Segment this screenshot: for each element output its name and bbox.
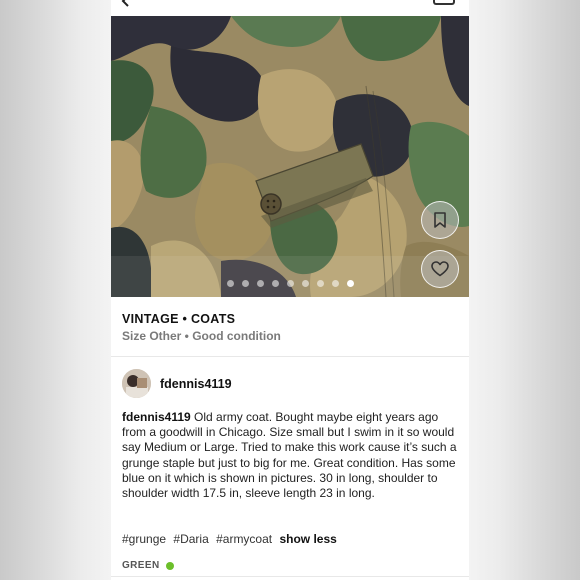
heart-icon — [431, 261, 449, 277]
camouflage-image — [111, 16, 469, 297]
carousel-dot[interactable] — [346, 280, 354, 287]
bookmark-button[interactable] — [421, 201, 459, 239]
bookmark-icon — [434, 211, 446, 228]
divider — [111, 356, 469, 357]
listing-size-condition: Size Other • Good condition — [122, 329, 281, 343]
listing-photo[interactable] — [111, 16, 469, 297]
seller-row[interactable]: fdennis4119 — [122, 369, 232, 398]
color-label: GREEN — [122, 560, 160, 571]
description-author[interactable]: fdennis4119 — [122, 410, 191, 424]
carousel-dot[interactable] — [301, 280, 309, 287]
seller-avatar-image — [122, 369, 151, 398]
photo-carousel-dots[interactable] — [111, 280, 469, 290]
listing-category: VINTAGE • COATS — [122, 312, 236, 326]
listing-description: fdennis4119 Old army coat. Bought maybe … — [122, 410, 460, 501]
tag-link[interactable]: #Daria — [173, 532, 208, 546]
color-swatch — [165, 561, 174, 570]
seller-username[interactable]: fdennis4119 — [160, 377, 232, 391]
carousel-dot[interactable] — [256, 280, 264, 287]
listing-page: VINTAGE • COATS Size Other • Good condit… — [111, 0, 469, 580]
carousel-dot[interactable] — [241, 280, 249, 287]
carousel-dot[interactable] — [271, 280, 279, 287]
divider — [111, 576, 469, 577]
tag-link[interactable]: #armycoat — [216, 532, 272, 546]
top-bar — [111, 0, 469, 16]
show-less-link[interactable]: show less — [279, 532, 336, 546]
square-icon[interactable] — [433, 0, 455, 5]
carousel-dot[interactable] — [316, 280, 324, 287]
color-row: GREEN — [122, 560, 174, 571]
like-button[interactable] — [421, 250, 459, 288]
avatar[interactable] — [122, 369, 151, 398]
carousel-dot[interactable] — [226, 280, 234, 287]
carousel-dot[interactable] — [286, 280, 294, 287]
chevron-left-icon[interactable] — [119, 0, 133, 8]
carousel-dot[interactable] — [331, 280, 339, 287]
tag-link[interactable]: #grunge — [122, 532, 166, 546]
tag-list: #grunge #Daria #armycoat show less — [122, 532, 337, 546]
